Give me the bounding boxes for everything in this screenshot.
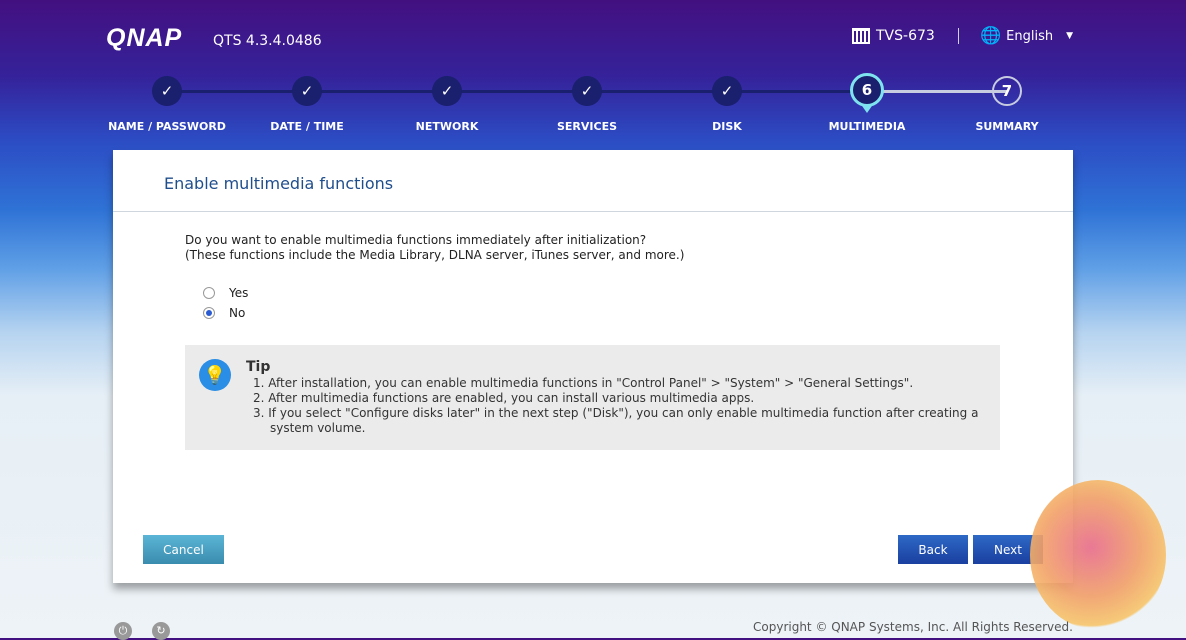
qnap-logo: QNAP — [106, 24, 183, 52]
radio-label: No — [229, 306, 246, 320]
tip-list: 1. After installation, you can enable mu… — [253, 376, 993, 436]
step-4-marker: ✓ — [572, 76, 602, 106]
radio-button[interactable] — [203, 287, 215, 299]
nas-icon — [852, 28, 870, 44]
page-title: Enable multimedia functions — [164, 174, 394, 193]
divider — [113, 211, 1073, 212]
power-icon[interactable]: ⏻ — [114, 622, 132, 640]
step-label: DATE / TIME — [270, 120, 344, 133]
wizard-panel: Enable multimedia functions Do you want … — [113, 150, 1073, 583]
question-note: (These functions include the Media Libra… — [185, 248, 685, 262]
question-text: Do you want to enable multimedia functio… — [185, 233, 684, 263]
step-label: SERVICES — [556, 120, 618, 133]
step-6-marker: 6 — [850, 73, 884, 107]
restart-icon[interactable]: ↻ — [152, 622, 170, 640]
step-1-marker: ✓ — [152, 76, 182, 106]
step-label: SUMMARY — [975, 120, 1039, 133]
progress-track-done — [167, 90, 867, 93]
copyright: Copyright © QNAP Systems, Inc. All Right… — [753, 620, 1073, 634]
radio-label: Yes — [229, 286, 249, 300]
tip-item: 1. After installation, you can enable mu… — [253, 376, 914, 390]
tip-title: Tip — [246, 359, 271, 375]
cancel-button[interactable]: Cancel — [143, 535, 224, 564]
version-label: QTS 4.3.4.0486 — [213, 33, 322, 49]
tip-item: 2. After multimedia functions are enable… — [253, 391, 755, 405]
back-button[interactable]: Back — [898, 535, 968, 564]
tip-item: 3. If you select "Configure disks later"… — [253, 406, 979, 435]
model-label: TVS-673 — [852, 28, 935, 44]
step-label: MULTIMEDIA — [828, 120, 906, 133]
radio-button[interactable] — [203, 307, 215, 319]
step-2-marker: ✓ — [292, 76, 322, 106]
progress-track-pending — [867, 90, 1007, 93]
radio-yes[interactable]: Yes — [203, 286, 248, 300]
language-selector[interactable]: 🌐 English ▼ — [980, 26, 1073, 46]
lightbulb-icon: 💡 — [199, 359, 231, 391]
step-3-marker: ✓ — [432, 76, 462, 106]
step-5-marker: ✓ — [712, 76, 742, 106]
watermark-logo — [1030, 480, 1166, 630]
radio-no[interactable]: No — [203, 306, 245, 320]
step-7-marker: 7 — [992, 76, 1022, 106]
header-divider — [958, 28, 959, 44]
tip-box: 💡 Tip 1. After installation, you can ena… — [185, 345, 1000, 450]
globe-icon: 🌐 — [980, 26, 1002, 46]
language-label: English — [1006, 28, 1054, 44]
model-name: TVS-673 — [876, 28, 935, 44]
step-label: DISK — [712, 120, 742, 133]
step-label: NETWORK — [415, 120, 479, 133]
chevron-down-icon: ▼ — [1066, 31, 1074, 41]
question: Do you want to enable multimedia functio… — [185, 233, 647, 247]
step-label: NAME / PASSWORD — [108, 120, 226, 133]
